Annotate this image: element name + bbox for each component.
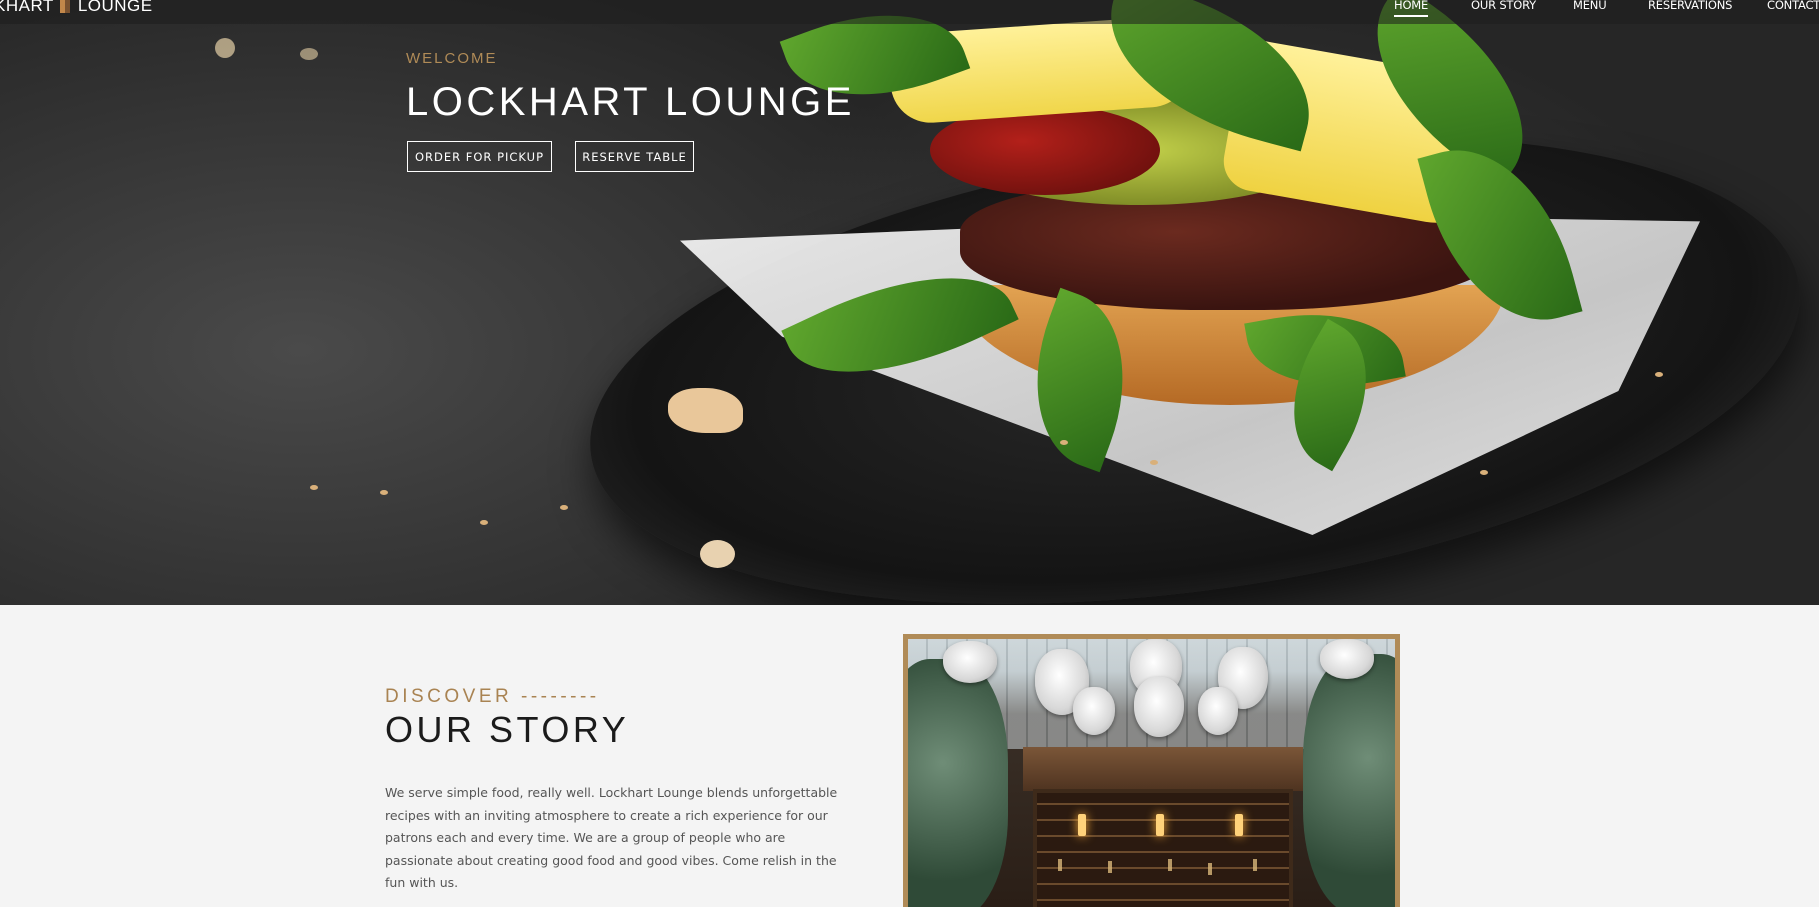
nav-item-reservations[interactable]: RESERVATIONS (1648, 0, 1732, 12)
nav-item-our-story[interactable]: OUR STORY (1471, 0, 1536, 12)
tree-image (908, 659, 1008, 907)
bottle-image (1108, 861, 1112, 873)
nav-item-contact[interactable]: CONTACT (1767, 0, 1819, 12)
story-title: OUR STORY (385, 709, 630, 750)
bottle-image (1058, 859, 1062, 871)
lantern-image (1198, 687, 1238, 735)
top-navigation: KHART LOUNGE HOME OUR STORY MENU RESERVAT… (0, 0, 1819, 24)
sesame-seed-image (560, 505, 568, 510)
hero-banner (0, 0, 1819, 605)
pendant-light-image (1156, 814, 1164, 836)
story-eyebrow: DISCOVER -------- (385, 686, 600, 707)
bread-crumb-image (700, 540, 735, 568)
bottle-image (1208, 863, 1212, 875)
sesame-seed-image (310, 485, 318, 490)
hero-eyebrow: WELCOME (406, 50, 498, 67)
story-paragraph: We serve simple food, really well. Lockh… (385, 785, 838, 890)
bar-canopy-image (1023, 747, 1303, 791)
bar-shelves-image (1033, 789, 1293, 907)
reserve-table-button[interactable]: RESERVE TABLE (575, 141, 694, 172)
lantern-image (1073, 687, 1115, 735)
restaurant-interior-photo (903, 634, 1400, 907)
sesame-seed-image (380, 490, 388, 495)
lantern-image (943, 641, 997, 683)
site-logo[interactable]: KHART LOUNGE (0, 0, 153, 16)
logo-mark-icon (59, 0, 70, 13)
bread-crumb-image (668, 388, 743, 433)
pendant-light-image (1078, 814, 1086, 836)
sesame-seed-image (1480, 470, 1488, 475)
tree-image (1303, 654, 1395, 907)
sesame-seed-image (1150, 460, 1158, 465)
hero-title: LOCKHART LOUNGE (406, 80, 855, 124)
bottle-image (1168, 859, 1172, 871)
sesame-seed-image (480, 520, 488, 525)
bottle-image (1253, 859, 1257, 871)
nav-item-menu[interactable]: MENU (1573, 0, 1607, 12)
logo-text-left: KHART (0, 0, 54, 15)
order-pickup-button[interactable]: ORDER FOR PICKUP (407, 141, 552, 172)
logo-text-right: LOUNGE (77, 0, 153, 15)
sesame-seed-image (215, 38, 235, 58)
nav-item-home[interactable]: HOME (1394, 0, 1428, 17)
sesame-seed-image (1060, 440, 1068, 445)
lantern-image (1320, 639, 1374, 679)
pendant-light-image (1235, 814, 1243, 836)
sesame-seed-image (1655, 372, 1663, 377)
sesame-seed-image (300, 48, 318, 60)
lantern-image (1134, 677, 1184, 737)
